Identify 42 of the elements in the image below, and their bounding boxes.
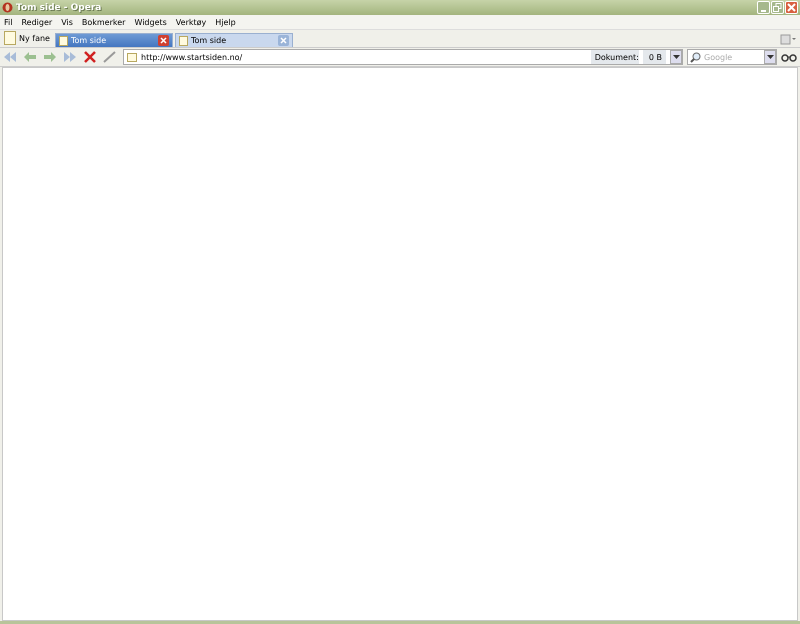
address-bar[interactable]: http://www.startsiden.no/ Dokument: 0 B (123, 49, 683, 65)
back-icon[interactable] (23, 51, 37, 63)
window-title: Tom side - Opera (16, 2, 102, 12)
menu-item[interactable]: Fil (4, 18, 12, 26)
tab[interactable]: Tom side (54, 33, 173, 47)
dropdown-button[interactable] (670, 50, 682, 64)
fast-forward-icon[interactable] (63, 51, 77, 63)
restore-icon (773, 3, 782, 12)
caret-icon (766, 55, 774, 59)
address-field[interactable]: http://www.startsiden.no/ (141, 52, 587, 62)
page-icon (127, 52, 137, 62)
opera-icon (2, 2, 13, 13)
menu-item[interactable]: Widgets (134, 18, 167, 26)
pen-icon[interactable] (103, 51, 117, 63)
menu-item[interactable]: Hjelp (215, 18, 236, 26)
minimize-button[interactable] (757, 1, 770, 14)
rewind-icon[interactable] (3, 51, 17, 63)
forward-icon[interactable] (43, 51, 57, 63)
search-icon (690, 52, 701, 62)
new-tab-button[interactable]: Ny fane (4, 30, 53, 47)
glasses-icon[interactable] (781, 52, 797, 62)
restore-button[interactable] (771, 1, 784, 14)
dropdown-button[interactable] (764, 50, 776, 64)
close-icon[interactable] (158, 35, 169, 46)
page-icon (178, 36, 188, 46)
stop-icon[interactable] (83, 51, 97, 63)
page-icon (4, 31, 16, 45)
menu-item[interactable]: Vis (61, 18, 73, 26)
page-icon (58, 36, 68, 46)
menu-item[interactable]: Verktøy (176, 18, 206, 26)
menu-item[interactable]: Bokmerker (82, 18, 126, 26)
document-size-label: Dokument: (590, 50, 639, 64)
search-field[interactable]: Google (704, 52, 761, 62)
menu-item[interactable]: Rediger (21, 18, 52, 26)
minimize-icon (761, 10, 766, 12)
caret-icon (672, 55, 680, 59)
search-bar[interactable]: Google (687, 49, 777, 65)
close-button[interactable] (785, 1, 798, 14)
close-icon[interactable] (278, 35, 289, 46)
document-size-value: 0 B (642, 50, 666, 64)
tab[interactable]: Tom side (174, 33, 293, 47)
close-icon (787, 3, 796, 12)
